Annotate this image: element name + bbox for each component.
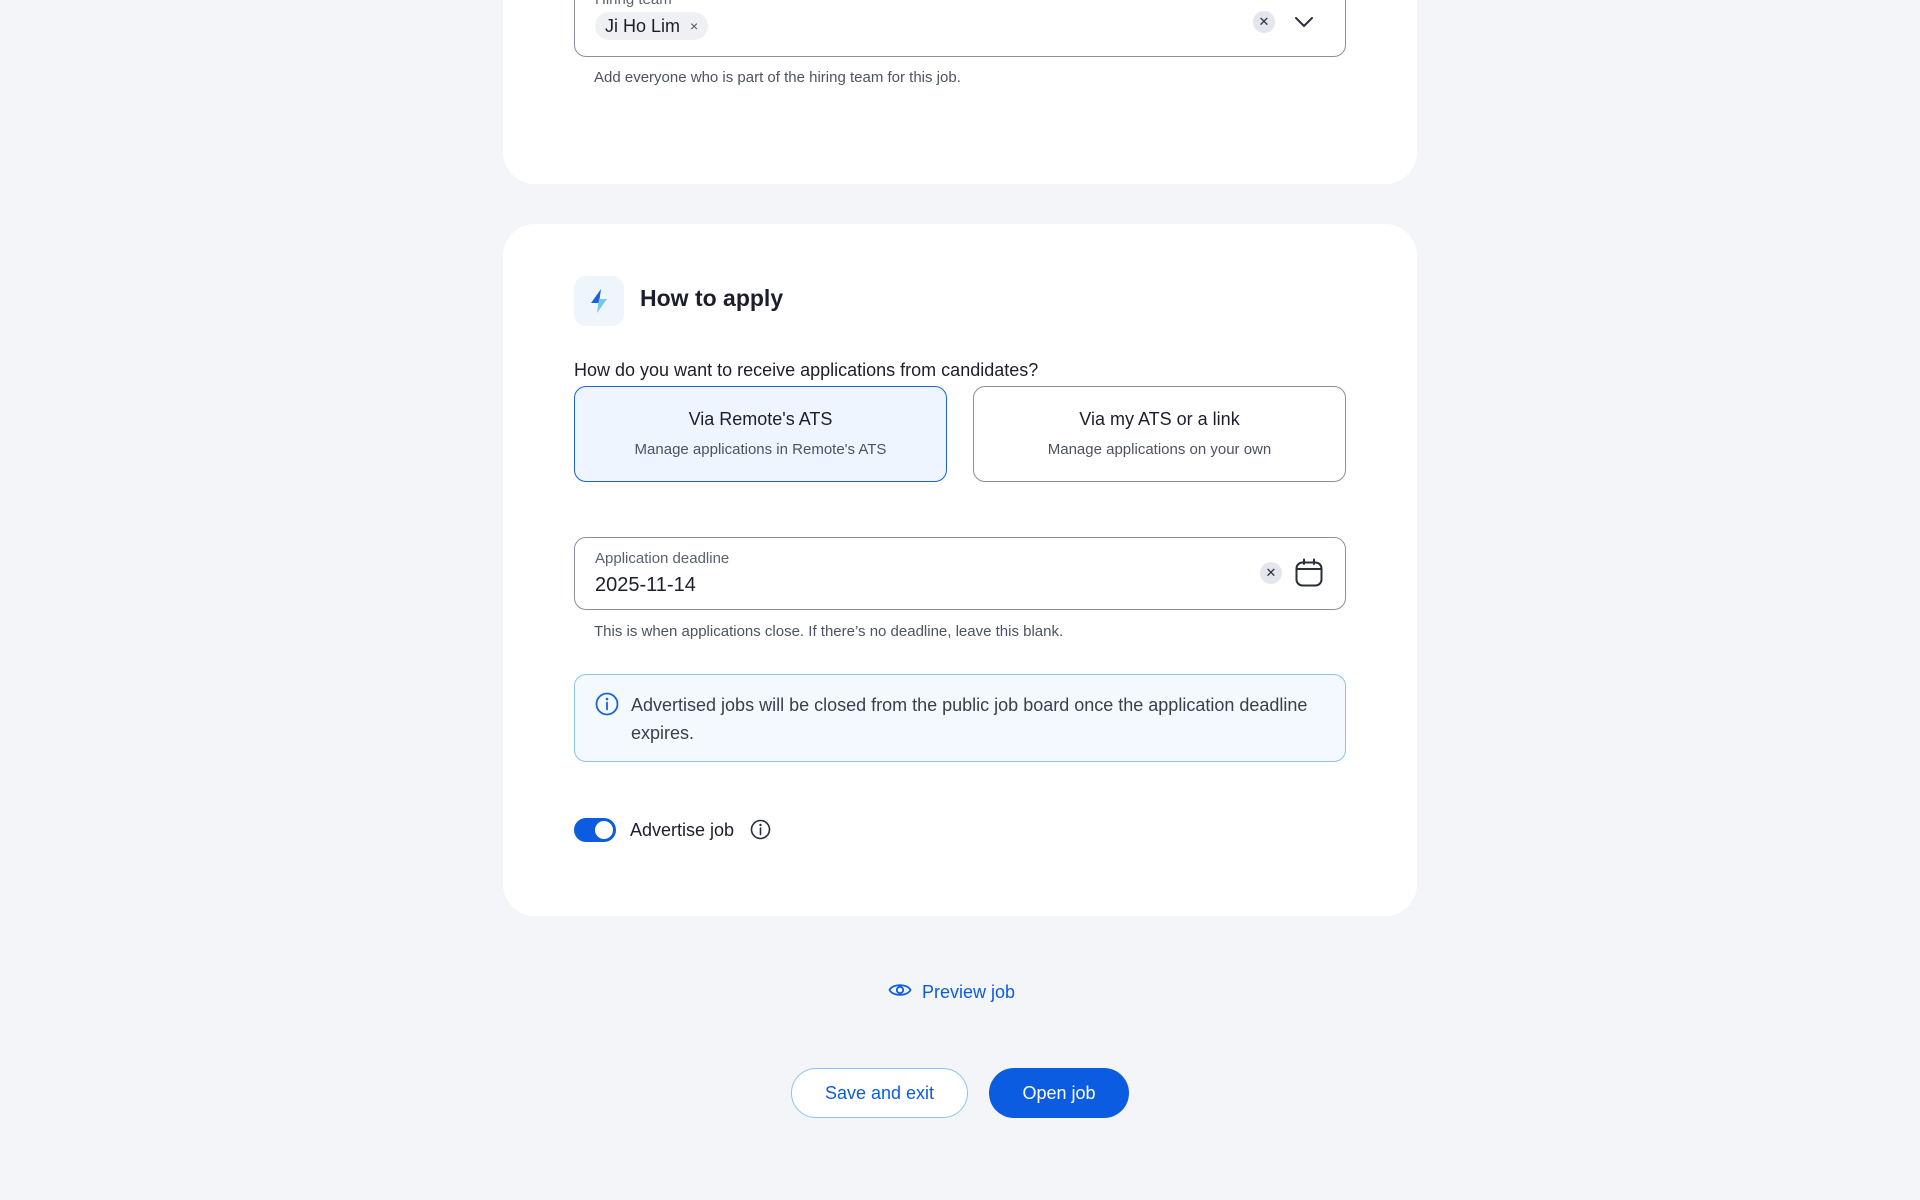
chip-remove-button[interactable]: × — [690, 18, 698, 34]
info-icon — [595, 692, 619, 721]
deadline-label: Application deadline — [595, 550, 730, 567]
option-title: Via my ATS or a link — [1079, 409, 1240, 429]
hiring-team-helper: Add everyone who is part of the hiring t… — [594, 69, 961, 86]
chevron-down-icon[interactable] — [1293, 11, 1315, 38]
eye-icon — [888, 980, 912, 1005]
option-subtitle: Manage applications in Remote's ATS — [634, 441, 887, 458]
option-own-ats[interactable]: Via my ATS or a link Manage applications… — [973, 386, 1346, 482]
how-to-apply-card: How to apply How do you want to receive … — [503, 224, 1417, 916]
info-icon[interactable] — [750, 819, 771, 845]
open-job-button[interactable]: Open job — [989, 1068, 1129, 1118]
preview-job-link[interactable]: Preview job — [888, 980, 1015, 1004]
deadline-info-alert: Advertised jobs will be closed from the … — [574, 674, 1346, 762]
deadline-value[interactable]: 2025-11-14 — [595, 574, 696, 597]
option-remote-ats[interactable]: Via Remote's ATS Manage applications in … — [574, 386, 947, 482]
toggle-knob — [595, 821, 613, 839]
advertise-job-label: Advertise job — [630, 820, 735, 840]
clear-icon[interactable]: ✕ — [1260, 562, 1282, 584]
hiring-team-label: Hiring team — [595, 0, 672, 8]
hiring-team-card: Hiring team Ji Ho Lim × ✕ Add everyone w… — [503, 0, 1417, 184]
deadline-field[interactable]: Application deadline 2025-11-14 ✕ — [574, 537, 1346, 610]
hiring-team-field[interactable]: Hiring team Ji Ho Lim × ✕ — [574, 0, 1346, 57]
option-subtitle: Manage applications on your own — [1047, 441, 1272, 458]
advertise-job-toggle[interactable] — [574, 818, 616, 842]
hiring-team-chip: Ji Ho Lim × — [595, 12, 709, 40]
chip-label: Ji Ho Lim — [605, 15, 681, 36]
preview-job-label: Preview job — [922, 981, 1016, 1002]
section-title: How to apply — [640, 285, 784, 311]
lightning-icon — [574, 276, 624, 326]
alert-text: Advertised jobs will be closed from the … — [631, 695, 1308, 743]
option-title: Via Remote's ATS — [688, 409, 833, 429]
save-and-exit-button[interactable]: Save and exit — [791, 1068, 968, 1118]
clear-icon[interactable]: ✕ — [1253, 11, 1275, 33]
application-question: How do you want to receive applications … — [574, 360, 1039, 380]
calendar-icon[interactable] — [1294, 558, 1324, 593]
deadline-helper: This is when applications close. If ther… — [594, 623, 1064, 640]
